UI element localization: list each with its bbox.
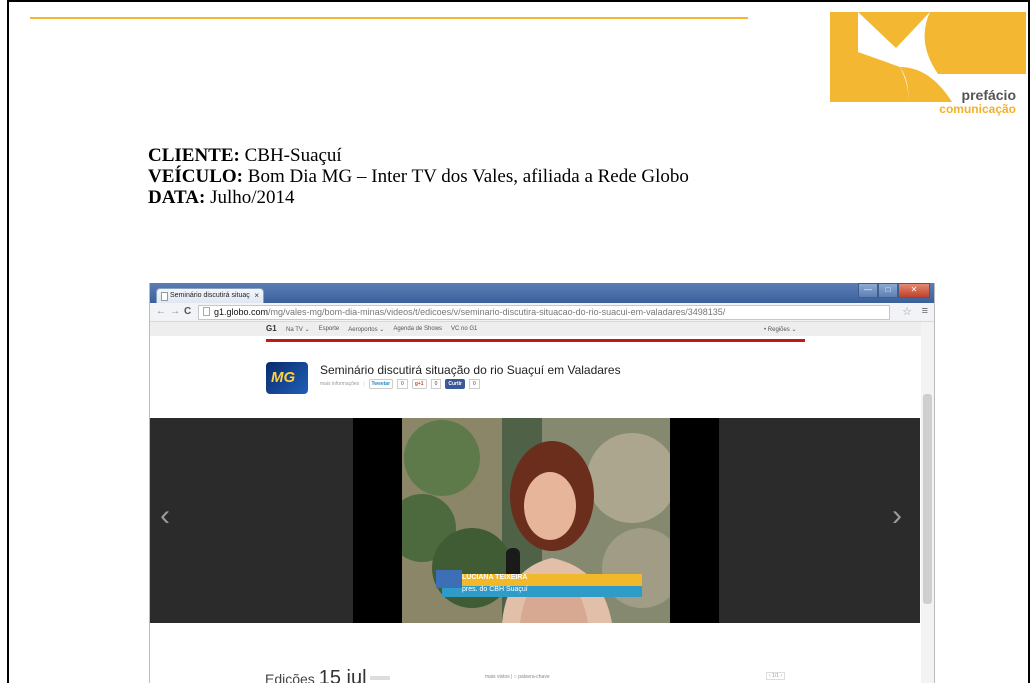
nav-item-regioes[interactable]: • Regiões ⌄ [764,326,796,333]
browser-screenshot: Seminário discutirá situaç × — □ ✕ ← → C… [149,283,935,683]
tab-title: Seminário discutirá situaç [170,292,250,299]
slide-border-top [7,0,1030,2]
menu-icon[interactable]: ≡ [922,305,928,317]
veiculo-label: VEÍCULO: [148,166,244,187]
lower-third-role: pres. do CBH Suaçuí [462,586,528,593]
slide: prefácio comunicação CLIENTE: CBH-Suaçuí… [0,0,1036,683]
forward-icon[interactable]: → [170,306,180,317]
page-icon [203,307,210,316]
nav-item-na-tv[interactable]: Na TV ⌄ [286,326,310,333]
pager[interactable]: ‹ 1/1 › [766,672,786,680]
browser-tab[interactable]: Seminário discutirá situaç × [156,288,264,304]
cliente-value: CBH-Suaçuí [244,145,342,166]
bookmark-star-icon[interactable]: ☆ [902,305,912,318]
back-icon[interactable]: ← [156,306,166,317]
facebook-like-button[interactable]: Curtir [445,379,465,389]
article-title: Seminário discutirá situação do rio Suaç… [320,363,621,377]
maximize-button[interactable]: □ [878,283,898,298]
mg-program-logo: MG [266,362,308,394]
video-frame[interactable]: LUCIANA TEIXEIRA pres. do CBH Suaçuí [402,418,670,623]
cliente-label: CLIENTE: [148,145,240,166]
minimize-button[interactable]: — [858,283,878,298]
editions-bar: Edições 15 jul mais vistos | ○ palavra-c… [150,661,920,683]
nav-item-vc-no-g1[interactable]: VC no G1 [451,326,477,333]
more-info-link[interactable]: mais informações [320,381,359,387]
video-player[interactable]: LUCIANA TEIXEIRA pres. do CBH Suaçuí [353,418,719,623]
g1-logo[interactable]: G1 [266,324,277,333]
facebook-count: 0 [468,379,480,389]
edicoes-label: Edições [265,671,315,683]
video-still-image [402,418,670,623]
tab-close-icon[interactable]: × [254,291,259,300]
window-controls: — □ ✕ [858,283,930,298]
veiculo-line: VEÍCULO: Bom Dia MG – Inter TV dos Vales… [148,166,689,187]
gplus-button[interactable]: g+1 [411,379,427,389]
reload-icon[interactable]: C [184,306,191,317]
g1-nav-items: Na TV ⌄ Esporte Aeroportos ⌄ Agenda de S… [286,326,477,333]
logo-subtitle: comunicação [939,102,1016,116]
header-rule [30,17,748,19]
browser-toolbar: ← → C g1.globo.com/mg/vales-mg/bom-dia-m… [150,303,934,322]
data-label: DATA: [148,187,206,208]
edicoes-heading: Edições 15 jul [265,667,390,683]
data-value: Julho/2014 [210,187,295,208]
slide-border-left [7,0,9,683]
edicoes-date[interactable]: 15 jul [319,667,367,683]
data-line: DATA: Julho/2014 [148,187,689,208]
nav-item-esporte[interactable]: Esporte [319,326,340,333]
logo-name: prefácio [961,87,1016,103]
tweet-button[interactable]: Tweetar [368,379,394,389]
close-button[interactable]: ✕ [898,283,930,298]
date-selector[interactable] [369,676,390,680]
page-icon [161,292,168,301]
scrollbar-thumb[interactable] [923,394,932,604]
gplus-count: 0 [430,379,442,389]
cliente-line: CLIENTE: CBH-Suaçuí [148,145,689,166]
address-bar[interactable]: g1.globo.com/mg/vales-mg/bom-dia-minas/v… [198,305,890,320]
filter-options[interactable]: mais vistos | ○ palavra-chave [485,674,550,680]
clipping-info: CLIENTE: CBH-Suaçuí VEÍCULO: Bom Dia MG … [148,145,689,208]
nav-item-agenda-de-shows[interactable]: Agenda de Shows [393,326,442,333]
next-arrow-icon[interactable]: › [892,501,902,531]
prefacio-logo: prefácio comunicação [830,12,1026,116]
social-bar: mais informações | Tweetar 0 g+1 0 Curti… [320,379,480,389]
header-red-rule [266,339,805,342]
scrollbar[interactable] [921,322,934,683]
nav-item-aeroportos[interactable]: Aeroportos ⌄ [348,326,384,333]
lower-third-name: LUCIANA TEIXEIRA [462,574,528,581]
g1-navbar: G1 Na TV ⌄ Esporte Aeroportos ⌄ Agenda d… [150,322,934,336]
mg-logo-text: MG [271,369,296,386]
divider: | [363,381,365,387]
tweet-count: 0 [397,379,408,389]
url-host: g1.globo.com [214,307,269,317]
veiculo-value: Bom Dia MG – Inter TV dos Vales, afiliad… [247,166,689,187]
prev-arrow-icon[interactable]: ‹ [160,501,170,531]
slide-border-right [1028,0,1030,683]
video-carousel: ‹ › LUCIANA TEIXEIRA pres. do CBH Suaçuí [150,418,920,623]
browser-titlebar: Seminário discutirá situaç × — □ ✕ [150,283,934,304]
url-path: /mg/vales-mg/bom-dia-minas/videos/t/edic… [268,307,726,317]
